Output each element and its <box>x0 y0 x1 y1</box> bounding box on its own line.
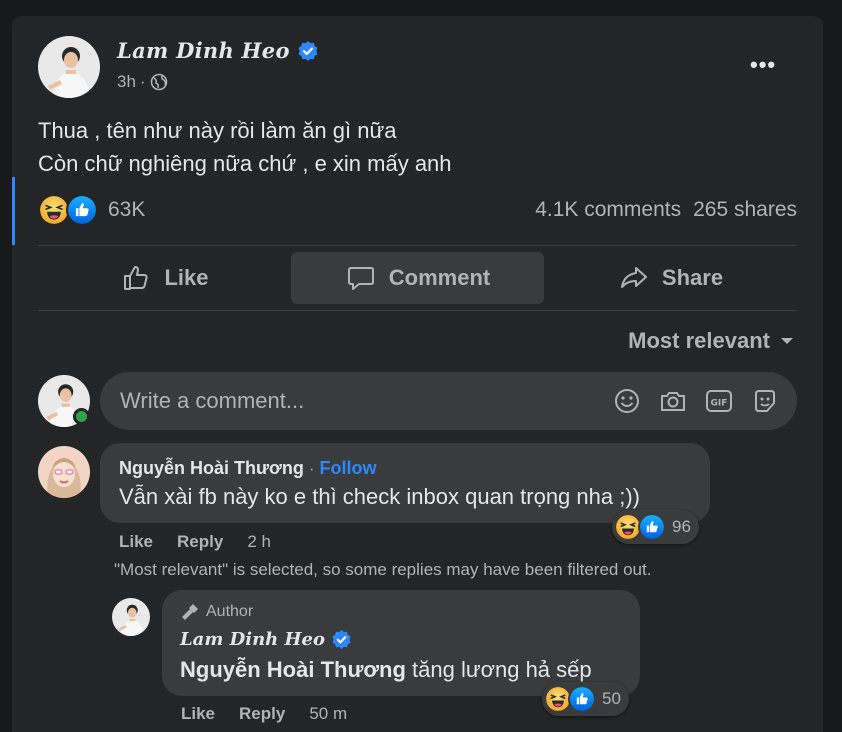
reply-author-avatar[interactable] <box>112 598 150 636</box>
reply-reactions[interactable]: 50 <box>542 682 629 716</box>
comment-sort-dropdown[interactable]: Most relevant <box>628 328 794 354</box>
post-text-line: Còn chữ nghiêng nữa chứ , e xin mấy anh <box>38 151 452 176</box>
shares-count-link[interactable]: 265 shares <box>693 198 797 222</box>
reply-text: Nguyễn Hoài Thương tăng lương hả sếp <box>180 657 592 683</box>
svg-text:GIF: GIF <box>711 399 728 409</box>
post-author: Lam Dinh Heo <box>117 38 318 63</box>
author-avatar[interactable] <box>38 36 100 98</box>
author-badge: Author <box>180 602 253 622</box>
divider <box>38 245 797 246</box>
reply-reaction-count: 50 <box>602 689 621 708</box>
online-status-indicator <box>73 408 90 425</box>
comment-icon <box>347 267 374 290</box>
follow-link[interactable]: Follow <box>320 458 377 479</box>
comment-placeholder: Write a comment... <box>120 388 305 413</box>
comment-reply-link[interactable]: Reply <box>177 532 223 552</box>
reaction-summary[interactable]: 63K <box>38 194 145 226</box>
comment-reactions[interactable]: 96 <box>612 510 699 544</box>
like-icon <box>66 194 98 226</box>
like-button[interactable]: Like <box>38 252 291 304</box>
post-time[interactable]: 3h <box>117 72 136 92</box>
author-badge-label: Author <box>206 603 254 620</box>
thumbs-up-icon <box>124 266 149 290</box>
name-separator: · <box>308 458 315 478</box>
post-text: Thua , tên như này rồi làm ăn gì nữa Còn… <box>38 114 452 180</box>
reply-actions: Like Reply 50 m <box>181 704 347 724</box>
camera-icon[interactable] <box>657 385 689 417</box>
sort-label: Most relevant <box>628 328 770 353</box>
reply-time[interactable]: 50 m <box>309 704 347 724</box>
filter-notice: "Most relevant" is selected, so some rep… <box>114 560 652 579</box>
share-icon <box>620 267 647 288</box>
more-options-icon[interactable]: ••• <box>750 52 776 78</box>
comment-label: Comment <box>388 265 491 290</box>
comment-reaction-count: 96 <box>672 517 691 536</box>
share-button[interactable]: Share <box>544 252 797 304</box>
sticker-icon[interactable] <box>749 385 781 417</box>
reply-reply-link[interactable]: Reply <box>239 704 285 724</box>
focus-indicator <box>12 177 15 245</box>
comment-button[interactable]: Comment <box>291 252 544 304</box>
meta-separator: · <box>139 72 146 91</box>
caret-down-icon <box>781 338 793 344</box>
composer-tools: GIF <box>611 385 797 417</box>
comment-text: Vẫn xài fb này ko e thì check inbox quan… <box>119 484 640 509</box>
globe-icon[interactable] <box>150 73 168 91</box>
commenter-name[interactable]: Nguyễn Hoài Thương <box>119 458 304 479</box>
reply-body: tăng lương hả sếp <box>405 657 592 682</box>
divider <box>38 310 797 311</box>
comments-count-link[interactable]: 4.1K comments <box>535 198 681 222</box>
like-label: Like <box>164 265 209 290</box>
emoji-icon[interactable] <box>611 385 643 417</box>
reaction-count: 63K <box>108 198 146 221</box>
post-action-bar: Like Comment Share <box>38 252 797 304</box>
reply-like-link[interactable]: Like <box>181 704 215 724</box>
comment-input[interactable]: Write a comment... GIF <box>100 372 797 430</box>
reply-mention[interactable]: Nguyễn Hoài Thương <box>180 657 406 682</box>
comment-like-link[interactable]: Like <box>119 532 153 552</box>
share-label: Share <box>661 265 724 290</box>
microphone-icon <box>182 604 198 620</box>
reply-author-name[interactable]: Lam Dinh Heo <box>180 629 325 650</box>
reply-bubble: Author Lam Dinh Heo Nguyễn Hoài Thương t… <box>162 590 640 696</box>
post-stats: 4.1K comments 265 shares <box>535 198 797 222</box>
comment-bubble: Nguyễn Hoài Thương · Follow Vẫn xài fb n… <box>100 443 710 523</box>
comment-actions: Like Reply 2 h <box>119 532 271 552</box>
like-icon <box>568 685 596 713</box>
post-text-line: Thua , tên như này rồi làm ăn gì nữa <box>38 118 397 143</box>
gif-icon[interactable]: GIF <box>703 385 735 417</box>
verified-badge-icon <box>298 41 318 61</box>
post-meta: 3h · <box>117 72 168 92</box>
like-icon <box>638 513 666 541</box>
verified-badge-icon <box>332 630 351 649</box>
commenter-avatar[interactable] <box>38 446 90 498</box>
comment-time[interactable]: 2 h <box>247 532 271 552</box>
author-name[interactable]: Lam Dinh Heo <box>117 38 290 63</box>
